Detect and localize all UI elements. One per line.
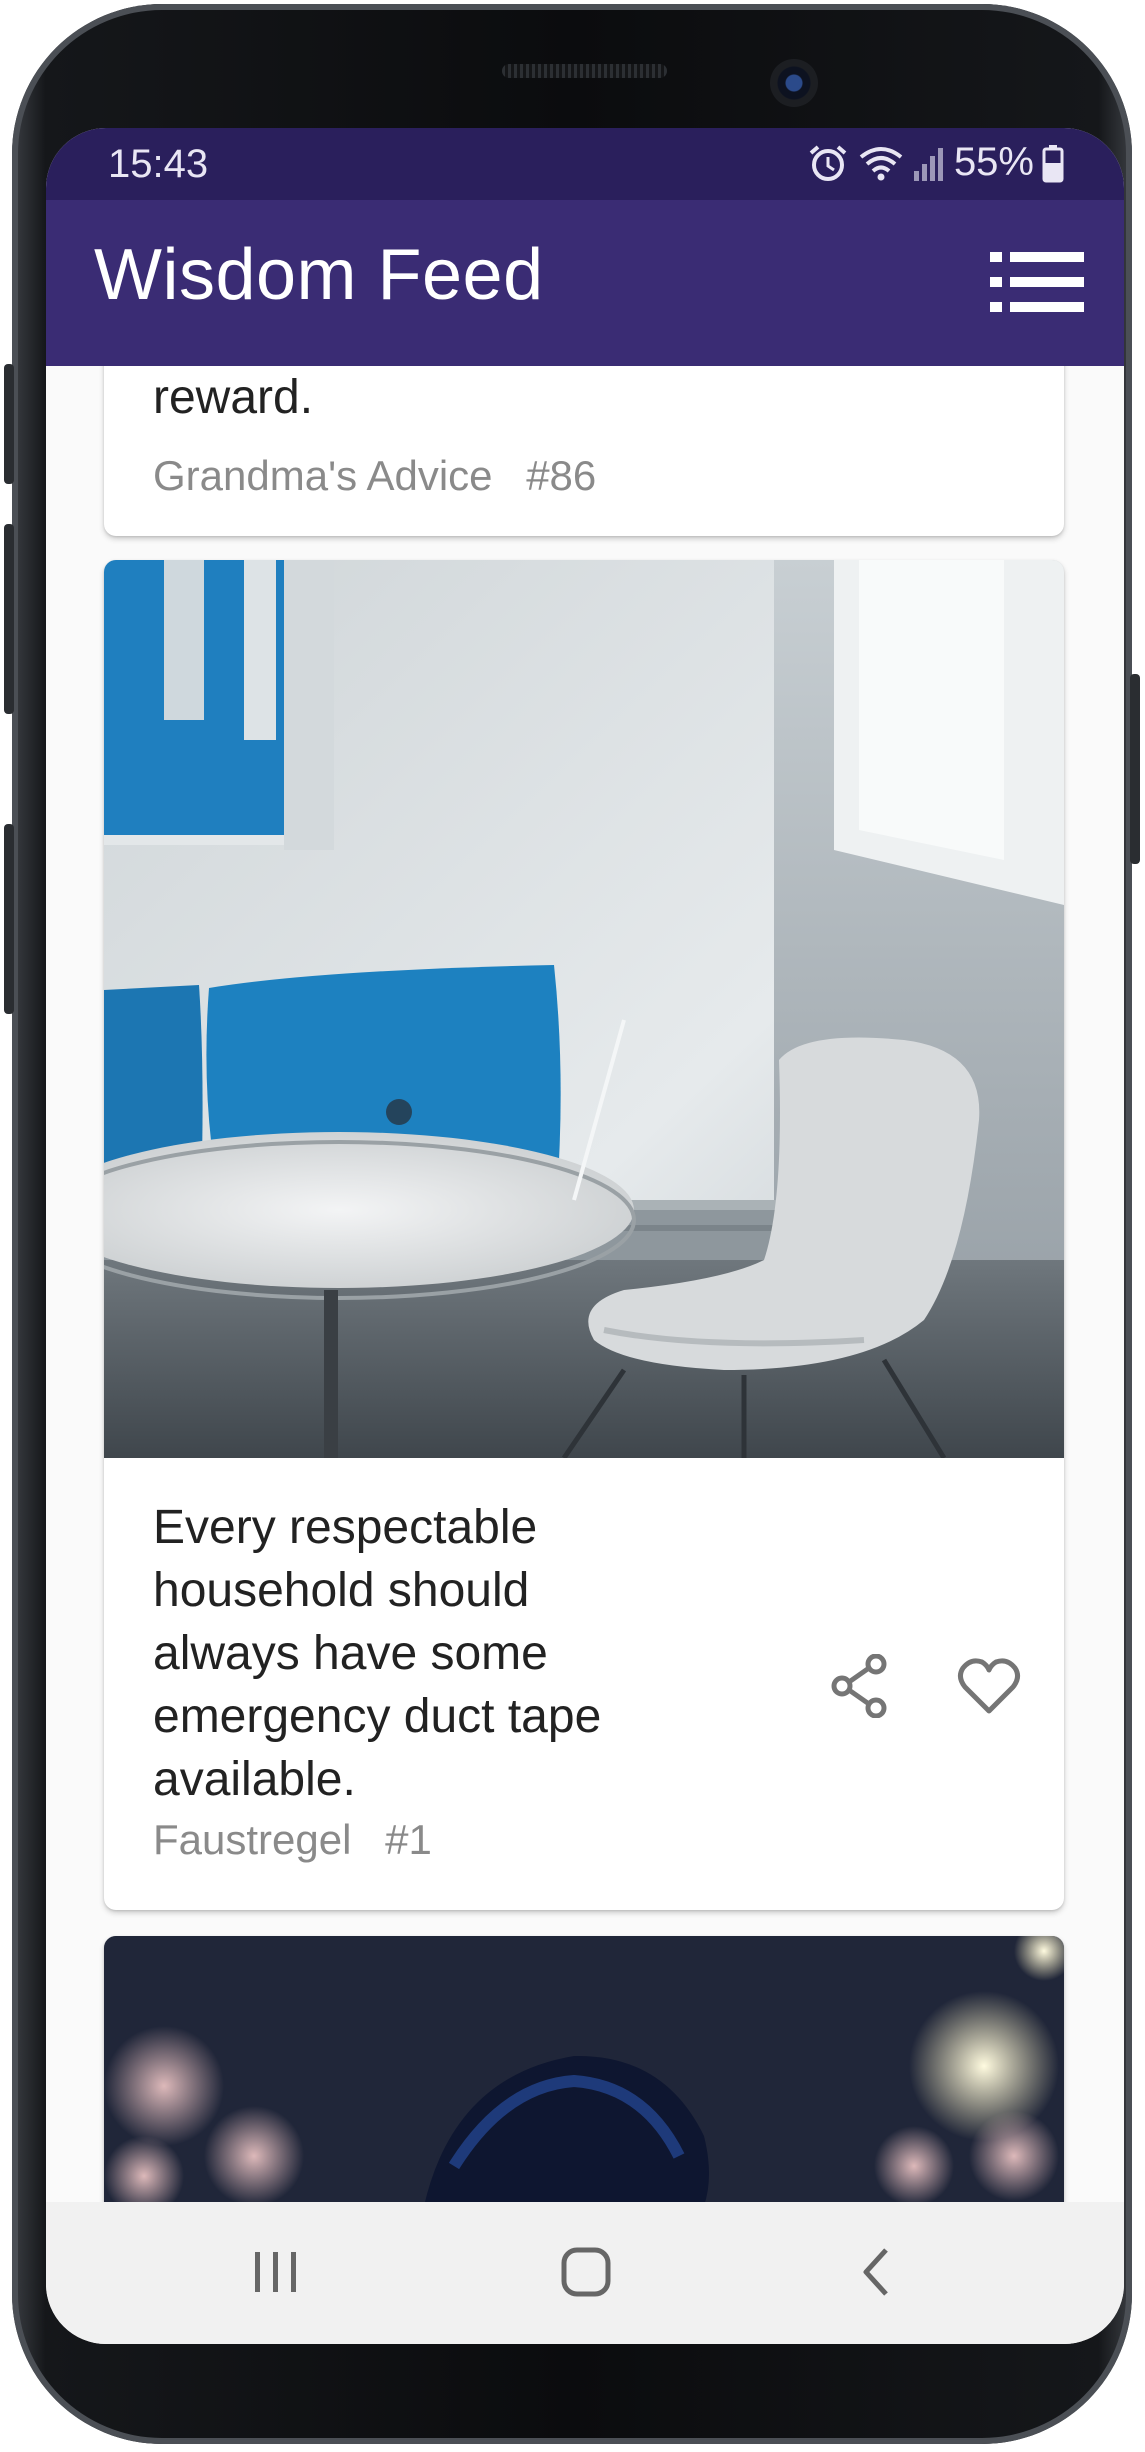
list-menu-icon[interactable]	[990, 252, 1084, 312]
recent-apps-icon[interactable]	[226, 2232, 326, 2312]
wisdom-feed-list[interactable]: reward. Grandma's Advice #86 Every respe…	[46, 366, 1124, 2324]
quote-text: reward.	[153, 371, 314, 424]
wifi-icon	[859, 146, 903, 180]
earpiece-speaker	[502, 64, 667, 78]
quote-number: #86	[526, 452, 597, 499]
power-button	[1130, 674, 1140, 864]
quote-meta: Grandma's Advice #86	[153, 452, 596, 500]
quote-source: Grandma's Advice	[153, 452, 493, 499]
screen: 15:43 55% Wisdom Feed reward. Grandma's …	[46, 128, 1124, 2344]
navigation-bar	[46, 2202, 1124, 2344]
quote-source: Faustregel	[153, 1816, 352, 1863]
bixby-button	[4, 824, 14, 1014]
quote-number: #1	[385, 1816, 432, 1863]
battery-icon	[1042, 144, 1064, 182]
quote-card[interactable]: Every respectable household should alway…	[104, 560, 1064, 1910]
heart-icon[interactable]	[949, 1646, 1029, 1726]
quote-line: household should	[153, 1564, 530, 1617]
quote-card[interactable]: reward. Grandma's Advice #86	[104, 366, 1064, 536]
quote-line: emergency duct tape	[153, 1690, 602, 1743]
status-icons: 55%	[806, 140, 1064, 185]
quote-image	[104, 560, 1064, 1458]
quote-meta: Faustregel #1	[153, 1816, 432, 1864]
back-icon[interactable]	[826, 2232, 926, 2312]
app-bar: Wisdom Feed	[46, 200, 1124, 366]
signal-icon	[913, 147, 943, 181]
volume-down-button	[4, 524, 14, 714]
quote-line: always have some	[153, 1627, 548, 1680]
front-camera	[770, 59, 818, 107]
status-time: 15:43	[108, 142, 209, 186]
share-icon[interactable]	[820, 1646, 900, 1726]
home-icon[interactable]	[536, 2232, 636, 2312]
quote-line: Every respectable	[153, 1501, 538, 1554]
phone-frame: 15:43 55% Wisdom Feed reward. Grandma's …	[4, 4, 1140, 2444]
battery-percent: 55%	[953, 140, 1034, 184]
app-title: Wisdom Feed	[94, 235, 544, 315]
volume-up-button	[4, 364, 14, 484]
status-bar: 15:43 55%	[46, 128, 1124, 200]
quote-text: Every respectable household should alway…	[153, 1496, 601, 1811]
alarm-icon	[809, 144, 847, 181]
quote-line: available.	[153, 1753, 356, 1806]
